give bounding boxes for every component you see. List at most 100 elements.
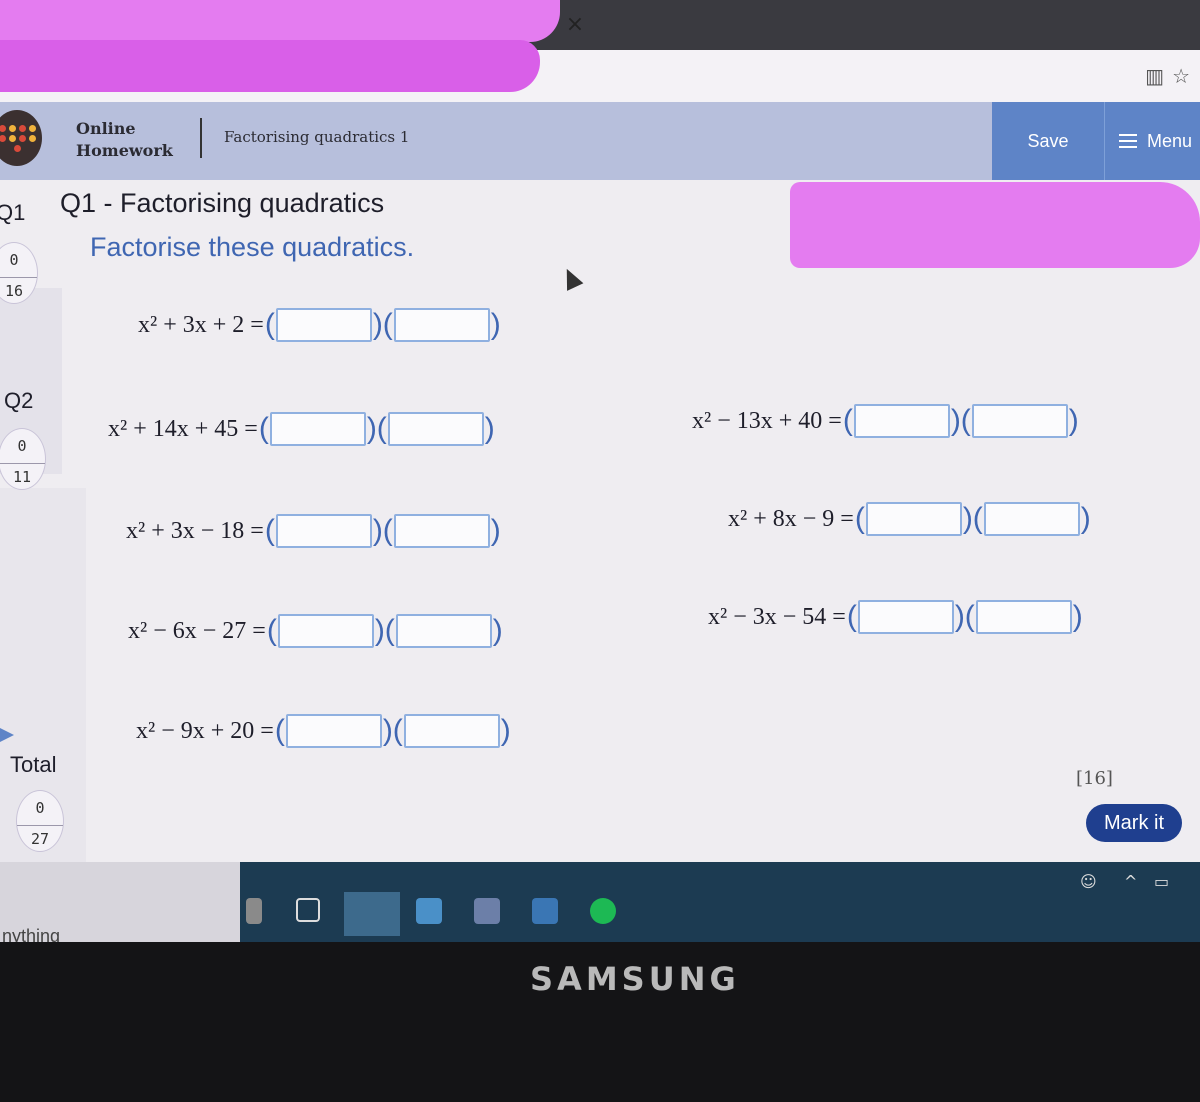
answer-input[interactable] — [393, 308, 490, 342]
brand-line-1: Online — [76, 119, 136, 138]
equation-4: x² + 3x − 18 = ( )( ) — [126, 514, 502, 548]
equation-lhs: x² − 3x − 54 = — [708, 603, 846, 630]
answer-input[interactable] — [865, 502, 962, 536]
equation-lhs: x² + 3x − 18 = — [126, 517, 264, 544]
equation-lhs: x² + 8x − 9 = — [728, 505, 854, 532]
mid-paren: )( — [374, 614, 395, 647]
equation-1: x² + 3x + 2 = ( )( ) — [138, 308, 502, 342]
q2-score: 0 11 — [0, 428, 46, 490]
brand-name: Online Homework — [76, 118, 173, 162]
equation-lhs: x² + 14x + 45 = — [108, 415, 258, 442]
q1-score-max: 16 — [0, 277, 37, 300]
mid-paren: )( — [372, 514, 393, 547]
spotify-icon[interactable] — [590, 898, 616, 924]
open-paren: ( — [258, 412, 269, 445]
equation-lhs: x² − 6x − 27 = — [128, 617, 266, 644]
equation-lhs: x² − 9x + 20 = — [136, 717, 274, 744]
redaction-overlay — [0, 40, 540, 92]
menu-button[interactable]: Menu — [1104, 102, 1200, 180]
redaction-overlay — [0, 0, 560, 42]
menu-label: Menu — [1147, 130, 1193, 151]
current-question-arrow-icon — [0, 728, 14, 742]
people-icon[interactable]: ☺ — [1080, 872, 1097, 891]
answer-input[interactable] — [277, 614, 374, 648]
open-paren: ( — [264, 514, 275, 547]
answer-input[interactable] — [975, 600, 1072, 634]
mid-paren: )( — [366, 412, 387, 445]
close-paren: ) — [1068, 404, 1079, 437]
answer-input[interactable] — [395, 614, 492, 648]
q2-score-max: 11 — [0, 463, 45, 486]
microphone-icon[interactable] — [246, 898, 262, 924]
sidebar-total-label: Total — [10, 752, 57, 777]
redaction-overlay — [790, 182, 1200, 268]
equation-7: x² − 3x − 54 = ( )( ) — [708, 600, 1084, 634]
open-paren: ( — [274, 714, 285, 747]
close-paren: ) — [490, 514, 501, 547]
q2-score-value: 0 — [17, 437, 27, 455]
close-paren: ) — [1080, 502, 1091, 535]
answer-input[interactable] — [971, 404, 1068, 438]
favorite-star-icon[interactable]: ☆ — [1172, 64, 1190, 88]
answer-input[interactable] — [387, 412, 484, 446]
q1-score: 0 16 — [0, 242, 38, 304]
close-paren: ) — [492, 614, 503, 647]
reading-view-icon[interactable]: ▥ — [1145, 64, 1164, 88]
answer-input[interactable] — [275, 514, 372, 548]
battery-icon[interactable]: ▭ — [1154, 872, 1169, 891]
open-paren: ( — [266, 614, 277, 647]
equation-lhs: x² − 13x + 40 = — [692, 407, 842, 434]
mid-paren: )( — [372, 308, 393, 341]
tab-close-icon[interactable]: × — [562, 12, 588, 38]
word-app-icon[interactable] — [474, 898, 500, 924]
edge-browser-icon[interactable] — [344, 892, 400, 936]
task-view-icon[interactable] — [296, 898, 320, 922]
file-explorer-icon[interactable] — [416, 898, 442, 924]
answer-input[interactable] — [983, 502, 1080, 536]
question-marks: [16] — [1076, 768, 1113, 789]
open-paren: ( — [846, 600, 857, 633]
homework-page: Online Homework Factorising quadratics 1… — [0, 102, 1200, 908]
mid-paren: )( — [962, 502, 983, 535]
equation-2: x² + 14x + 45 = ( )( ) — [108, 412, 496, 446]
close-paren: ) — [500, 714, 511, 747]
browser-toolbar-icons: ▥ ☆ — [1137, 64, 1190, 88]
answer-input[interactable] — [403, 714, 500, 748]
answer-input[interactable] — [285, 714, 382, 748]
close-paren: ) — [484, 412, 495, 445]
equation-8: x² − 9x + 20 = ( )( ) — [136, 714, 512, 748]
question-heading: Q1 - Factorising quadratics — [60, 188, 385, 218]
mid-paren: )( — [954, 600, 975, 633]
answer-input[interactable] — [275, 308, 372, 342]
mark-it-button[interactable]: Mark it — [1086, 804, 1182, 842]
samsung-logo: SAMSUNG — [530, 960, 740, 998]
total-score: 0 27 — [16, 790, 64, 852]
question-instruction: Factorise these quadratics. — [90, 232, 415, 262]
hamburger-icon — [1119, 134, 1137, 148]
header-divider — [200, 118, 202, 158]
brand-line-2: Homework — [76, 141, 173, 160]
assignment-title: Factorising quadratics 1 — [224, 128, 410, 146]
open-paren: ( — [264, 308, 275, 341]
sidebar-item-q1[interactable]: Q1 — [0, 200, 25, 226]
open-paren: ( — [854, 502, 865, 535]
equation-3: x² − 13x + 40 = ( )( ) — [692, 404, 1080, 438]
save-button[interactable]: Save — [992, 102, 1104, 180]
close-paren: ) — [1072, 600, 1083, 633]
answer-input[interactable] — [269, 412, 366, 446]
equation-5: x² + 8x − 9 = ( )( ) — [728, 502, 1092, 536]
store-app-icon[interactable] — [532, 898, 558, 924]
mid-paren: )( — [382, 714, 403, 747]
close-paren: ) — [490, 308, 501, 341]
tray-expand-icon[interactable]: ^ — [1124, 872, 1137, 891]
site-logo-icon[interactable] — [0, 110, 42, 166]
answer-input[interactable] — [853, 404, 950, 438]
sidebar-item-q2[interactable]: Q2 — [4, 388, 33, 414]
equation-lhs: x² + 3x + 2 = — [138, 311, 264, 338]
answer-input[interactable] — [393, 514, 490, 548]
mid-paren: )( — [950, 404, 971, 437]
answer-input[interactable] — [857, 600, 954, 634]
q1-score-value: 0 — [9, 251, 19, 269]
site-header: Online Homework Factorising quadratics 1… — [0, 102, 1200, 180]
total-score-max: 27 — [17, 825, 63, 848]
